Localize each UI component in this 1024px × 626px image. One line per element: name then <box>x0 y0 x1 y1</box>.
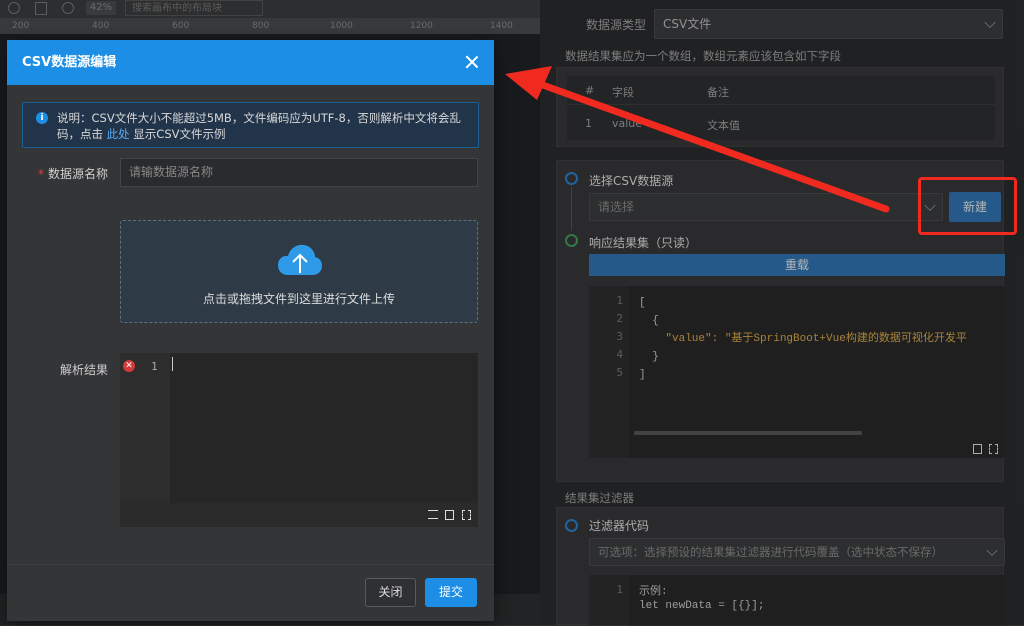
annotation-arrow-icon <box>505 66 890 213</box>
